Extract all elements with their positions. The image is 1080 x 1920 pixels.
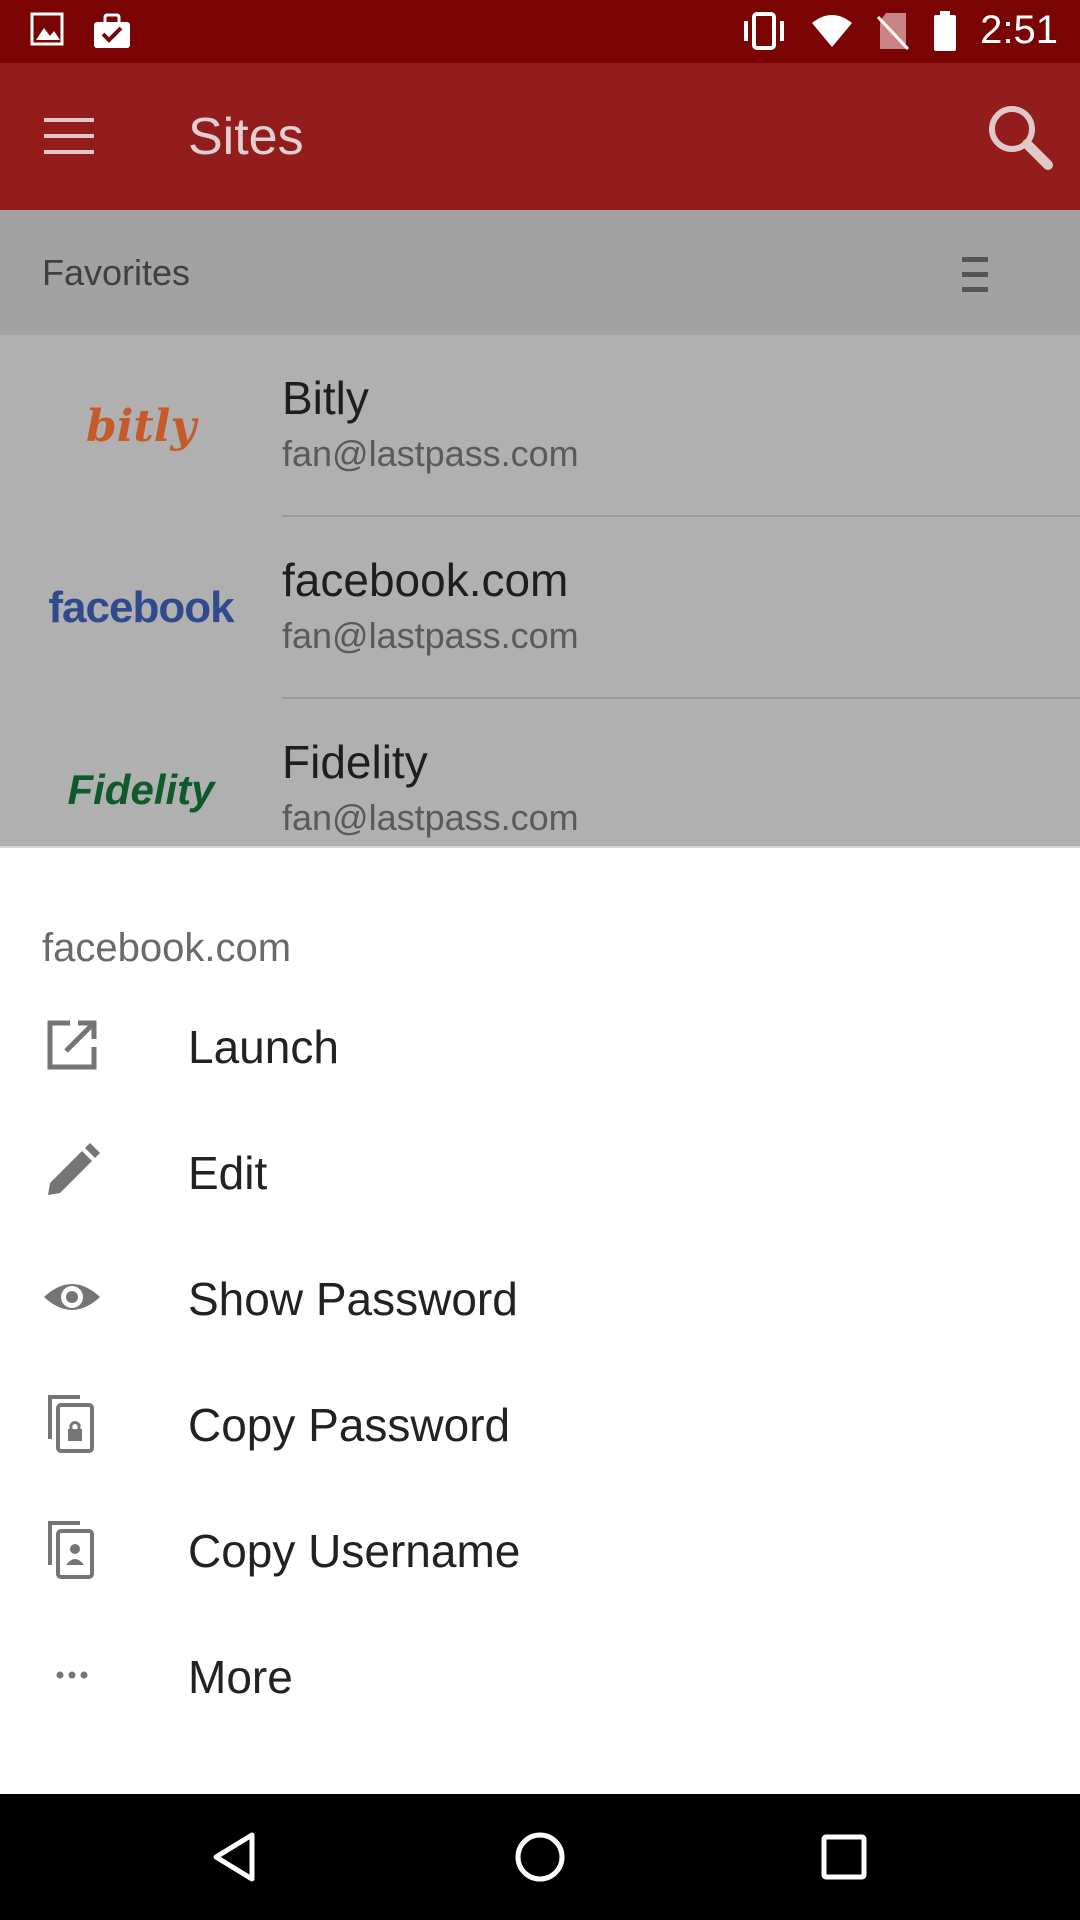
show-password-button[interactable]: Show Password: [0, 1234, 1080, 1360]
battery-icon: [934, 10, 957, 51]
page-title: Sites: [188, 108, 304, 166]
action-label: Edit: [188, 1147, 268, 1199]
status-bar: 2:51: [0, 0, 1080, 63]
back-button[interactable]: [206, 1827, 266, 1887]
launch-icon: [47, 1020, 97, 1070]
list-item[interactable]: Fidelity Fidelity fan@lastpass.com: [0, 699, 1080, 846]
favorites-header: Favorites: [0, 210, 1080, 335]
list-item[interactable]: facebook facebook.com fan@lastpass.com: [0, 517, 1080, 699]
briefcase-check-icon: [94, 13, 130, 48]
menu-button[interactable]: [40, 108, 105, 168]
action-label: Copy Password: [188, 1399, 511, 1451]
navigation-bar: [0, 1794, 1080, 1920]
list-item[interactable]: bitly Bitly fan@lastpass.com: [0, 335, 1080, 517]
recents-icon: [821, 1834, 867, 1880]
site-username: fan@lastpass.com: [282, 615, 579, 656]
search-icon: [989, 106, 1053, 170]
hamburger-menu-icon: [44, 118, 94, 154]
facebook-logo: facebook: [48, 583, 234, 632]
action-label: More: [188, 1651, 293, 1703]
site-list: Favorites bitly Bitly fan@lastpass.com f…: [0, 210, 1080, 846]
copy-username-icon: [48, 1521, 94, 1579]
pencil-icon: [48, 1143, 100, 1195]
action-label: Copy Username: [188, 1525, 521, 1577]
copy-username-button[interactable]: Copy Username: [0, 1486, 1080, 1612]
fidelity-logo: Fidelity: [67, 766, 215, 813]
recents-button[interactable]: [814, 1827, 874, 1887]
bitly-logo: bitly: [85, 400, 197, 452]
app-bar: Sites: [0, 63, 1080, 210]
bottom-sheet: facebook.com Launch Edit Show Password C…: [0, 846, 1080, 1796]
eye-icon: [44, 1284, 100, 1310]
copy-password-button[interactable]: Copy Password: [0, 1360, 1080, 1486]
no-sim-icon: [877, 12, 910, 50]
site-username: fan@lastpass.com: [282, 797, 579, 838]
action-label: Launch: [188, 1021, 339, 1073]
status-time: 2:51: [980, 8, 1058, 52]
more-dots-icon: [56, 1671, 88, 1679]
vibrate-icon: [744, 11, 785, 50]
launch-button[interactable]: Launch: [0, 982, 1080, 1108]
site-name: Fidelity: [282, 736, 428, 788]
home-button[interactable]: [510, 1827, 570, 1887]
list-sort-icon: [962, 257, 988, 292]
home-icon: [515, 1832, 565, 1882]
section-title: Favorites: [42, 252, 191, 293]
site-name: facebook.com: [282, 554, 569, 606]
site-name: Bitly: [282, 372, 369, 424]
image-icon: [30, 12, 64, 46]
search-button[interactable]: [984, 101, 1056, 173]
sheet-title: facebook.com: [42, 926, 292, 970]
action-label: Show Password: [188, 1273, 518, 1325]
wifi-icon: [812, 14, 853, 47]
copy-password-icon: [48, 1395, 94, 1453]
sort-button[interactable]: [960, 255, 990, 295]
edit-button[interactable]: Edit: [0, 1108, 1080, 1234]
back-icon: [213, 1832, 255, 1882]
more-button[interactable]: More: [0, 1612, 1080, 1738]
site-username: fan@lastpass.com: [282, 433, 579, 474]
